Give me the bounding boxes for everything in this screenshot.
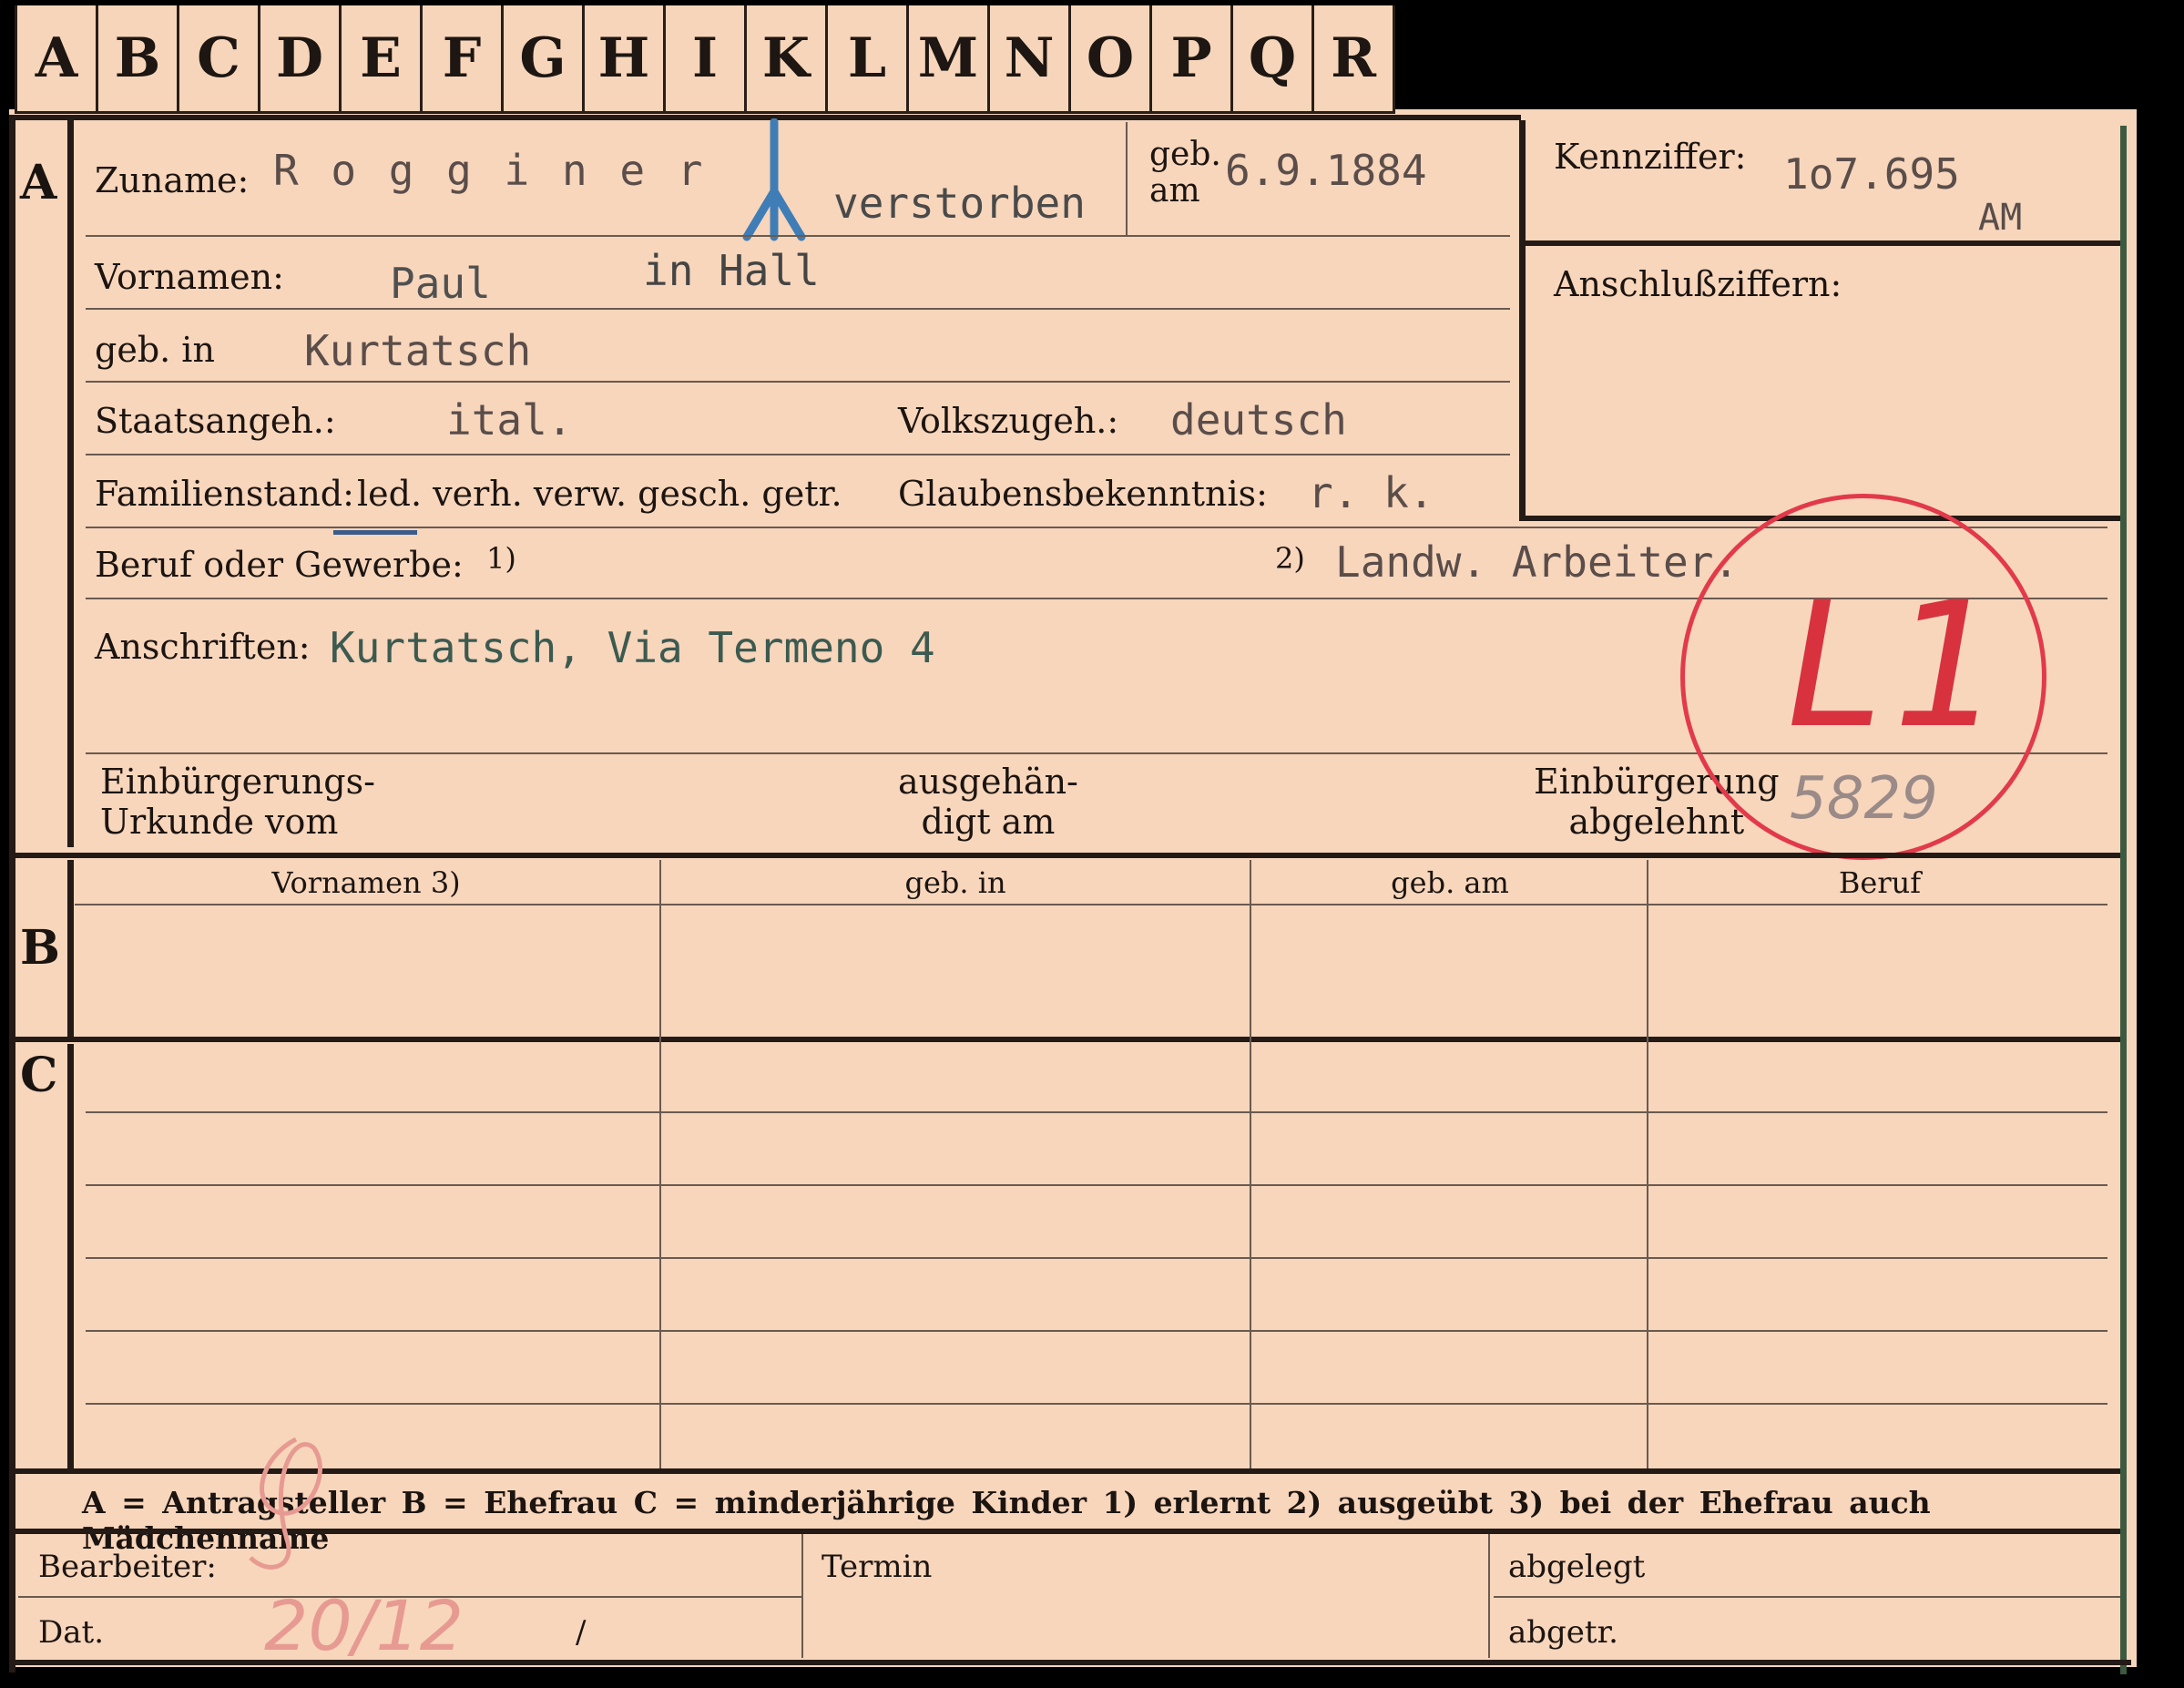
date-label: Dat.: [38, 1614, 105, 1651]
religion-label: Glaubensbekenntnis:: [898, 474, 1268, 514]
tab-r[interactable]: R: [1311, 5, 1395, 114]
address-label: Anschriften:: [95, 627, 311, 667]
rule: [86, 1111, 2107, 1113]
citizenship-value: ital.: [446, 395, 573, 445]
ethnicity-label: Volkszugeh.:: [898, 401, 1119, 441]
section-b-divider: [67, 860, 74, 1042]
right-border: [2120, 126, 2127, 1674]
tab-i[interactable]: I: [663, 5, 744, 114]
rule: [86, 1257, 2107, 1259]
occupation-note-2: 2): [1275, 541, 1305, 576]
religion-value: r. k.: [1308, 468, 1434, 517]
tab-a[interactable]: A: [15, 5, 96, 114]
death-rune-icon: [742, 118, 806, 241]
rule: [75, 904, 2107, 905]
rule: [86, 1184, 2107, 1186]
rule: [86, 454, 1510, 455]
section-c-letter: C: [20, 1048, 58, 1103]
id-label: Kennziffer:: [1554, 137, 1747, 177]
tab-p[interactable]: P: [1149, 5, 1230, 114]
birth-date-value: 6.9.1884: [1225, 146, 1427, 195]
id-value: 1o7.695: [1783, 149, 1960, 199]
spouse-col-firstname: Vornamen 3): [271, 865, 461, 900]
clerk-label: Bearbeiter:: [38, 1549, 217, 1585]
footer-divider: [1488, 1534, 1490, 1658]
rule: [86, 381, 1510, 383]
section-b-letter: B: [20, 920, 60, 976]
rule: [86, 235, 1510, 237]
tab-n[interactable]: N: [987, 5, 1068, 114]
tab-h[interactable]: H: [582, 5, 663, 114]
column-divider: [1647, 860, 1648, 1468]
tab-f[interactable]: F: [420, 5, 501, 114]
rule: [86, 1403, 2107, 1405]
spouse-col-birthplace: geb. in: [904, 865, 1006, 900]
handwritten-initials: [249, 1437, 322, 1570]
occupation-note-1: 1): [486, 541, 516, 576]
spouse-col-occupation: Beruf: [1838, 865, 1922, 900]
connection-label: Anschlußziffern:: [1554, 264, 1842, 304]
date-value: 20/12: [264, 1585, 464, 1666]
column-divider: [1250, 860, 1251, 1468]
rule: [86, 1330, 2107, 1332]
section-a-letter: A: [20, 155, 57, 210]
footer-divider: [801, 1534, 803, 1658]
stamp-number: 5829: [1790, 765, 1938, 833]
tab-l[interactable]: L: [825, 5, 906, 114]
marital-options: led. verh. verw. gesch. getr.: [357, 474, 842, 514]
firstname-label: Vornamen:: [95, 257, 284, 297]
filed-label: abgelegt: [1508, 1549, 1646, 1585]
marital-underline: [333, 530, 417, 535]
removed-label: abgetr.: [1508, 1614, 1618, 1651]
column-divider: [659, 860, 661, 1468]
tab-k[interactable]: K: [744, 5, 825, 114]
id-suffix: AM: [1978, 197, 2023, 239]
citizenship-label: Staatsangeh.:: [95, 401, 336, 441]
tab-c[interactable]: C: [177, 5, 258, 114]
legend: A = Antragsteller B = Ehefrau C = minder…: [82, 1485, 1931, 1556]
birthplace-value: Kurtatsch: [304, 326, 532, 375]
tab-e[interactable]: E: [339, 5, 420, 114]
id-box-left: [1519, 120, 1526, 521]
death-place: in Hall: [643, 246, 820, 295]
bottom-border: [9, 1660, 2131, 1665]
birthplace-label: geb. in: [95, 330, 215, 370]
stamp-code: L1: [1767, 565, 2028, 766]
rule: [1494, 1596, 2120, 1598]
deadline-label: Termin: [822, 1549, 933, 1585]
date-separator: /: [576, 1614, 587, 1651]
section-a-divider: [67, 118, 74, 847]
occupation-label: Beruf oder Gewerbe:: [95, 545, 464, 585]
tab-g[interactable]: G: [501, 5, 582, 114]
tab-m[interactable]: M: [906, 5, 987, 114]
handed-label: ausgehän- digt am: [898, 762, 1078, 842]
occupation-value: Landw. Arbeiter.: [1335, 537, 1740, 587]
rule: [86, 308, 1510, 310]
birth-divider: [1126, 122, 1128, 235]
alphabet-tabs: ABCDEFGHIKLMNOPQR: [15, 5, 1395, 115]
spouse-col-birthdate: geb. am: [1391, 865, 1509, 900]
address-value: Kurtatsch, Via Termeno 4: [330, 623, 935, 672]
tab-o[interactable]: O: [1068, 5, 1149, 114]
surname-label: Zuname:: [95, 160, 250, 200]
firstname-value: Paul: [390, 259, 491, 308]
deceased-note: verstorben: [833, 179, 1086, 228]
birth-date-label: geb. am: [1149, 136, 1221, 210]
tab-q[interactable]: Q: [1230, 5, 1311, 114]
left-border: [9, 115, 15, 1673]
id-box-divider: [1519, 240, 2120, 246]
section-b-top: [9, 853, 2120, 858]
registration-card: ABCDEFGHIKLMNOPQR A B C Zuname: R o g g …: [0, 0, 2184, 1688]
naturalization-label: Einbürgerungs- Urkunde vom: [100, 762, 375, 842]
tab-d[interactable]: D: [258, 5, 339, 114]
surname-value: R o g g i n e r: [273, 146, 707, 195]
section-c-top: [9, 1037, 2120, 1042]
tab-b[interactable]: B: [96, 5, 177, 114]
section-c-divider: [67, 1044, 74, 1468]
marital-label: Familienstand:: [95, 474, 354, 514]
ethnicity-value: deutsch: [1170, 395, 1347, 445]
